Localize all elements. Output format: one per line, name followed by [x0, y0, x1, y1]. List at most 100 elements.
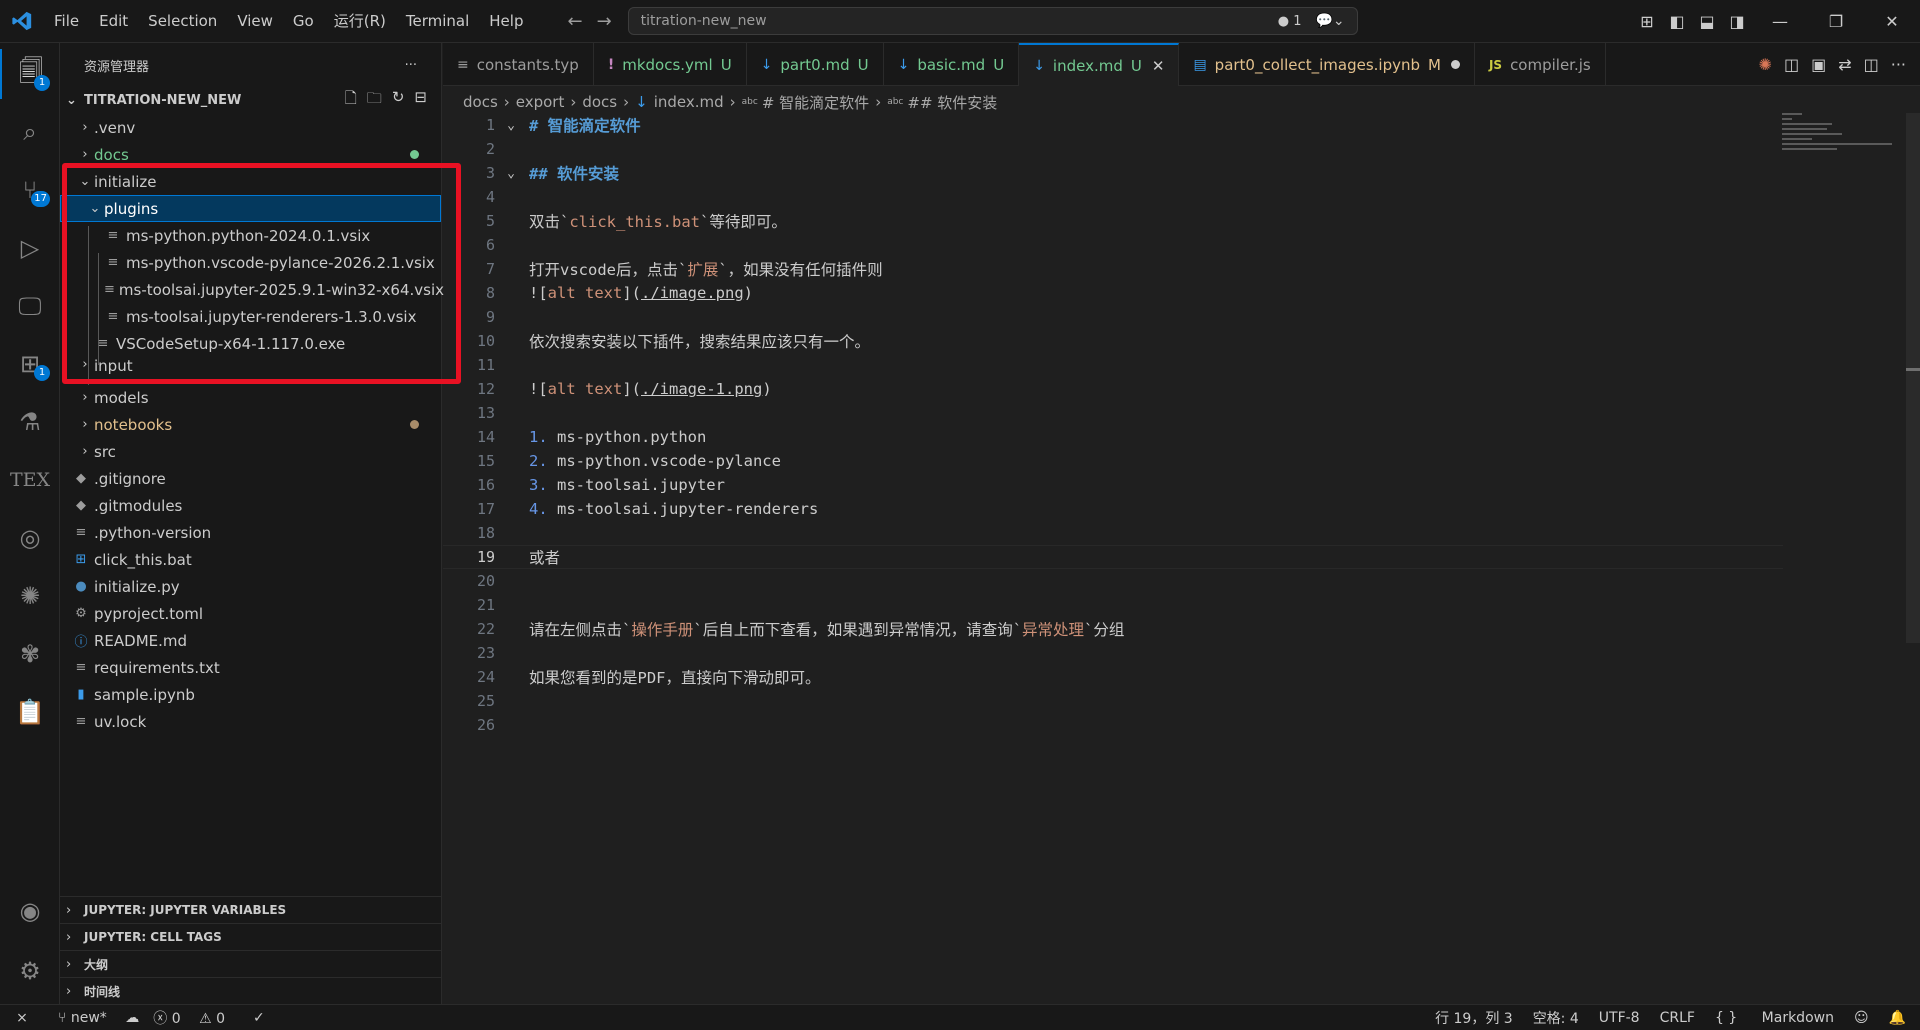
breadcrumb-item[interactable]: index.md: [654, 93, 724, 111]
editor-line[interactable]: 21: [443, 593, 1783, 617]
close-tab-icon[interactable]: ✕: [1152, 57, 1165, 75]
editor-line[interactable]: 17 4. ms-toolsai.jupyter-renderers: [443, 497, 1783, 521]
editor-line[interactable]: 20: [443, 569, 1783, 593]
customize-layout-icon[interactable]: ⊞: [1632, 12, 1662, 31]
editor-line[interactable]: 9: [443, 305, 1783, 329]
tab-basic-md[interactable]: ↓ basic.md U: [884, 43, 1020, 86]
toggle-secondary-sidebar-icon[interactable]: ◨: [1722, 12, 1752, 31]
compare-changes-icon[interactable]: ⇄: [1838, 55, 1851, 74]
menu-help[interactable]: Help: [479, 0, 533, 43]
editor-line[interactable]: 2: [443, 137, 1783, 161]
open-preview-icon[interactable]: ◫: [1784, 55, 1799, 74]
tree-file-readme[interactable]: ⓘ README.md: [60, 627, 441, 654]
tree-file-python-version[interactable]: ≡ .python-version: [60, 519, 441, 546]
extensions-icon[interactable]: ⊞ 1: [0, 339, 60, 389]
menu-file[interactable]: File: [44, 0, 89, 43]
remote-icon[interactable]: ⨯: [0, 1010, 44, 1026]
editor-line[interactable]: 24 如果您看到的是PDF，直接向下滑动即可。: [443, 665, 1783, 689]
git-branch[interactable]: ⑂ new* ☁: [58, 1010, 139, 1026]
editor-line[interactable]: 15 2. ms-python.vscode-pylance: [443, 449, 1783, 473]
editor-line[interactable]: 3 ⌄ ## 软件安装: [443, 161, 1783, 185]
editor-line[interactable]: 25: [443, 689, 1783, 713]
panel-outline[interactable]: › 大纲: [60, 950, 441, 977]
split-editor-icon[interactable]: ◫: [1864, 55, 1879, 74]
remote-explorer-icon[interactable]: 🖵: [0, 281, 60, 331]
breadcrumb-item[interactable]: docs: [463, 93, 498, 111]
tree-folder-input[interactable]: › input: [60, 357, 441, 374]
tree-folder-venv[interactable]: › .venv: [60, 114, 441, 141]
tree-file-initialize-py[interactable]: ● initialize.py: [60, 573, 441, 600]
tab-compiler-js[interactable]: JS compiler.js: [1475, 43, 1606, 86]
command-center-search[interactable]: titration-new_new ● 1 💬⌄: [627, 7, 1358, 35]
problems-indicator[interactable]: ● 1: [1278, 14, 1302, 29]
breadcrumb-item[interactable]: docs: [582, 93, 617, 111]
menu-run[interactable]: 运行(R): [324, 0, 396, 43]
clipboard-icon[interactable]: 📋: [0, 687, 60, 737]
editor-line[interactable]: 1 ⌄ # 智能滴定软件: [443, 113, 1783, 137]
editor-line[interactable]: 12 ![alt text](./image-1.png): [443, 377, 1783, 401]
menu-terminal[interactable]: Terminal: [396, 0, 479, 43]
tree-folder-notebooks[interactable]: › notebooks: [60, 411, 441, 438]
tab-part0-md[interactable]: ↓ part0.md U: [747, 43, 884, 86]
tree-file-renderers-vsix[interactable]: ≡ ms-toolsai.jupyter-renderers-1.3.0.vsi…: [60, 303, 441, 330]
editor-line[interactable]: 19 或者: [443, 545, 1783, 569]
tab-index-md[interactable]: ↓ index.md U ✕: [1019, 43, 1180, 86]
copilot-icon[interactable]: ◎: [0, 513, 60, 563]
minimize-icon[interactable]: —: [1752, 12, 1808, 31]
tex-icon[interactable]: TEX: [0, 455, 60, 505]
breadcrumb-item[interactable]: export: [516, 93, 565, 111]
code-editor[interactable]: 1 ⌄ # 智能滴定软件 2 3 ⌄ ## 软件安装 4 5 双击`click_this.bat`…: [443, 113, 1903, 1003]
more-actions-icon[interactable]: ···: [1891, 55, 1906, 74]
menu-go[interactable]: Go: [283, 0, 324, 43]
tree-file-click-this-bat[interactable]: ⊞ click_this.bat: [60, 546, 441, 573]
breadcrumb-item[interactable]: # 智能滴定软件: [762, 92, 869, 113]
fold-chevron-icon[interactable]: ⌄: [501, 166, 521, 181]
tab-mkdocs-yml[interactable]: ! mkdocs.yml U: [594, 43, 747, 86]
editor-line[interactable]: 5 双击`click_this.bat`等待即可。: [443, 209, 1783, 233]
editor-line[interactable]: 11: [443, 353, 1783, 377]
tree-file-jupyter-vsix[interactable]: ≡ ms-toolsai.jupyter-2025.9.1-win32-x64.…: [60, 276, 444, 303]
toggle-sidebar-icon[interactable]: ◧: [1662, 12, 1692, 31]
menu-view[interactable]: View: [227, 0, 283, 43]
tree-folder-docs[interactable]: › docs: [60, 141, 441, 168]
fold-chevron-icon[interactable]: ⌄: [501, 118, 521, 133]
minimap[interactable]: [1782, 113, 1902, 173]
account-icon[interactable]: ◉: [0, 886, 60, 936]
new-file-icon[interactable]: 🗋: [345, 88, 357, 113]
problems-status[interactable]: ⓧ 0 ⚠ 0: [153, 1008, 239, 1028]
run-debug-icon[interactable]: ▷: [0, 223, 60, 273]
editor-line[interactable]: 18: [443, 521, 1783, 545]
editor-line[interactable]: 4: [443, 185, 1783, 209]
editor-scrollbar[interactable]: [1906, 113, 1920, 643]
copilot-chat-icon[interactable]: 💬⌄: [1316, 13, 1345, 29]
notifications-bell-icon[interactable]: 🔔: [1889, 1010, 1906, 1026]
tree-folder-src[interactable]: › src: [60, 438, 441, 465]
tab-part0-collect-images[interactable]: ▤ part0_collect_images.ipynb M: [1179, 43, 1475, 86]
workspace-root[interactable]: ⌄ TITRATION-NEW_NEW 🗋 🗀 ↻ ⊟: [60, 87, 441, 113]
panel-timeline[interactable]: › 时间线: [60, 977, 441, 1004]
tree-file-requirements[interactable]: ≡ requirements.txt: [60, 654, 441, 681]
tree-file-sample-ipynb[interactable]: ▮ sample.ipynb: [60, 681, 441, 708]
menu-edit[interactable]: Edit: [89, 0, 138, 43]
copilot-status-icon[interactable]: ☺: [1854, 1010, 1869, 1026]
editor-line[interactable]: 8 ![alt text](./image.png): [443, 281, 1783, 305]
new-folder-icon[interactable]: 🗀: [367, 88, 382, 113]
more-actions-icon[interactable]: ···: [405, 58, 417, 73]
check-icon[interactable]: ✓: [253, 1010, 265, 1026]
tree-file-pyproject[interactable]: ⚙ pyproject.toml: [60, 600, 441, 627]
menu-selection[interactable]: Selection: [138, 0, 227, 43]
panel-cell-tags[interactable]: › JUPYTER: CELL TAGS: [60, 923, 441, 950]
editor-line[interactable]: 6: [443, 233, 1783, 257]
collapse-all-icon[interactable]: ⊟: [414, 88, 427, 113]
editor-line[interactable]: 13: [443, 401, 1783, 425]
forward-arrow-icon[interactable]: →: [597, 11, 612, 32]
source-control-icon[interactable]: ⑂ 17: [0, 165, 60, 215]
cursor-position[interactable]: 行 19，列 3: [1435, 1008, 1513, 1028]
refresh-icon[interactable]: ↻: [392, 88, 405, 113]
tree-file-vscodesetup[interactable]: ≡ VSCodeSetup-x64-1.117.0.exe: [60, 330, 441, 357]
line-ending[interactable]: CRLF: [1660, 1010, 1695, 1026]
tree-file-pylance-vsix[interactable]: ≡ ms-python.vscode-pylance-2026.2.1.vsix: [60, 249, 441, 276]
panel-jupyter-variables[interactable]: › JUPYTER: JUPYTER VARIABLES: [60, 896, 441, 923]
tree-file-gitmodules[interactable]: ◆ .gitmodules: [60, 492, 441, 519]
editor-line[interactable]: 26: [443, 713, 1783, 737]
